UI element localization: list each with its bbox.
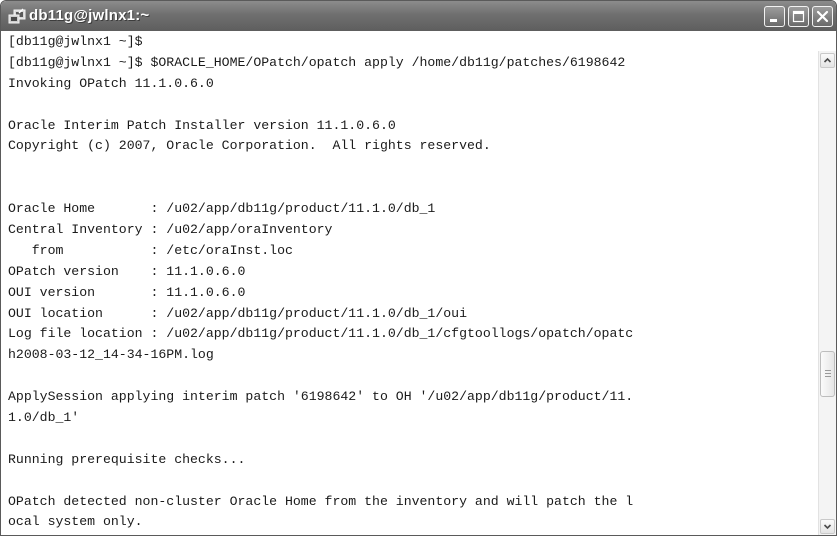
grip-line xyxy=(825,370,831,371)
vertical-scrollbar[interactable] xyxy=(818,51,836,535)
terminal-line: Central Inventory : /u02/app/oraInventor… xyxy=(8,222,333,238)
maximize-icon xyxy=(792,10,805,23)
terminal-line: OUI version : 11.1.0.6.0 xyxy=(8,284,246,300)
terminal-line: OUI location : /u02/app/db11g/product/11… xyxy=(8,305,467,321)
terminal-line: ApplySession applying interim patch '619… xyxy=(8,389,634,405)
window-title: db11g@jwlnx1:~ xyxy=(29,7,150,24)
terminal-line: OPatch detected non-cluster Oracle Home … xyxy=(8,493,634,509)
terminal-line: from : /etc/oraInst.loc xyxy=(8,242,293,258)
terminal-line: Copyright (c) 2007, Oracle Corporation. … xyxy=(8,138,491,154)
terminal-line: [db11g@jwlnx1 ~]$ xyxy=(8,34,143,49)
terminal-line: ocal system only. xyxy=(8,514,143,530)
terminal-line: 1.0/db_1' xyxy=(8,410,80,426)
chevron-down-icon xyxy=(823,524,832,530)
terminal-window: db11g@jwlnx1:~ [db11g@jwlnx1 ~]$ [db11g@j… xyxy=(0,0,837,536)
terminal-line: h2008-03-12_14-34-16PM.log xyxy=(8,347,214,363)
title-bar[interactable]: db11g@jwlnx1:~ xyxy=(1,1,836,31)
minimize-button[interactable] xyxy=(764,6,785,27)
scroll-up-button[interactable] xyxy=(820,53,835,68)
scrollbar-thumb[interactable] xyxy=(820,351,835,397)
scroll-down-button[interactable] xyxy=(820,519,835,534)
terminal-line: Invoking OPatch 11.1.0.6.0 xyxy=(8,75,214,91)
terminal-line: OPatch version : 11.1.0.6.0 xyxy=(8,263,246,279)
terminal-line: [db11g@jwlnx1 ~]$ $ORACLE_HOME/OPatch/op… xyxy=(8,54,626,70)
terminal-line: Oracle Home : /u02/app/db11g/product/11.… xyxy=(8,201,436,217)
chevron-up-icon xyxy=(823,57,832,63)
grip-line xyxy=(825,373,831,374)
maximize-button[interactable] xyxy=(788,6,809,27)
terminal-line: Log file location : /u02/app/db11g/produ… xyxy=(8,326,634,342)
terminal-line: Running prerequisite checks... xyxy=(8,451,246,467)
grip-line xyxy=(825,376,831,377)
close-icon xyxy=(816,10,829,23)
terminal-area[interactable]: [db11g@jwlnx1 ~]$ [db11g@jwlnx1 ~]$ $ORAC… xyxy=(5,31,817,535)
putty-terminal-icon[interactable] xyxy=(8,7,26,25)
close-button[interactable] xyxy=(812,6,833,27)
terminal-output: [db11g@jwlnx1 ~]$ [db11g@jwlnx1 ~]$ $ORAC… xyxy=(8,32,816,533)
terminal-line: Oracle Interim Patch Installer version 1… xyxy=(8,117,396,133)
minimize-icon xyxy=(770,19,777,22)
